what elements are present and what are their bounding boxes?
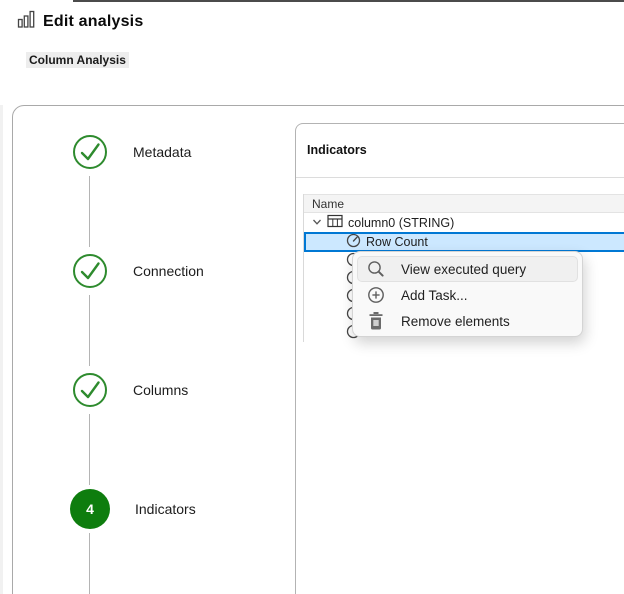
check-circle-icon: [72, 253, 108, 289]
step-indicators[interactable]: 4 Indicators: [72, 489, 196, 529]
indicator-gauge-icon: [346, 233, 361, 251]
trash-icon: [366, 311, 386, 331]
menu-item-label: View executed query: [401, 262, 526, 277]
step-columns[interactable]: Columns: [72, 372, 188, 408]
menu-item-label: Add Task...: [401, 288, 468, 303]
tree-row-column0[interactable]: column0 (STRING): [304, 213, 624, 232]
stepper-connector-2: [89, 295, 90, 366]
menu-item-label: Remove elements: [401, 314, 510, 329]
check-circle-icon: [72, 372, 108, 408]
column-header-name[interactable]: Name: [304, 194, 624, 213]
table-icon: [327, 214, 343, 231]
step-metadata[interactable]: Metadata: [72, 134, 191, 170]
panel-separator: [296, 177, 624, 178]
context-menu: View executed query Add Task...: [352, 251, 583, 337]
stepper-connector-1: [89, 176, 90, 247]
indicators-panel-title: Indicators: [307, 143, 367, 157]
edit-analysis-window: Edit analysis Column Analysis Metadata C…: [0, 0, 624, 594]
search-icon: [366, 259, 386, 279]
analysis-type-label: Column Analysis: [26, 52, 129, 68]
window-left-gutter: [0, 105, 3, 594]
bar-chart-icon: [17, 10, 36, 34]
step-label: Connection: [133, 263, 204, 279]
tree-row-label: column0 (STRING): [348, 216, 454, 230]
menu-item-remove-elements[interactable]: Remove elements: [357, 308, 578, 334]
chevron-down-icon[interactable]: [312, 216, 322, 230]
menu-item-view-executed-query[interactable]: View executed query: [357, 256, 578, 282]
page-header: Edit analysis: [17, 10, 143, 34]
add-task-icon: [366, 285, 386, 305]
check-circle-icon: [72, 134, 108, 170]
menu-item-add-task[interactable]: Add Task...: [357, 282, 578, 308]
tree-row-label: Row Count: [366, 235, 428, 249]
stepper-connector-4: [89, 533, 90, 594]
step-number-circle: 4: [70, 489, 110, 529]
tree-row-row-count[interactable]: Row Count: [304, 232, 624, 252]
step-label: Metadata: [133, 144, 191, 160]
tab-top-border: [73, 0, 624, 2]
page-title: Edit analysis: [43, 13, 143, 31]
step-label: Columns: [133, 382, 188, 398]
step-label: Indicators: [135, 501, 196, 517]
step-connection[interactable]: Connection: [72, 253, 204, 289]
stepper-connector-3: [89, 414, 90, 485]
